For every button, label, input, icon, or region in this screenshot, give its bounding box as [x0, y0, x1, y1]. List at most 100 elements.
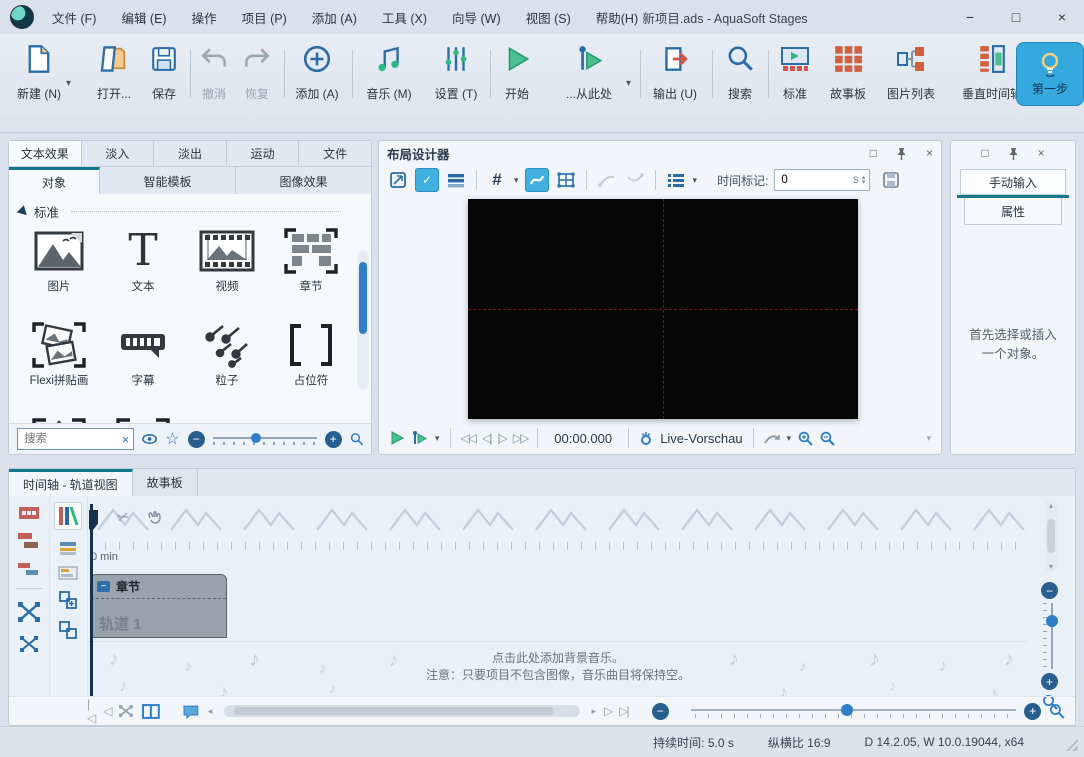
float-panel-icon[interactable]: □ — [981, 146, 988, 160]
live-preview-label[interactable]: Live-Vorschau — [660, 431, 742, 446]
grid-toggle-icon[interactable]: # — [486, 169, 508, 191]
zoom-in-button[interactable]: + — [325, 431, 342, 448]
time-mark-input[interactable] — [779, 173, 823, 187]
play-preview-icon[interactable] — [389, 430, 405, 446]
new-button[interactable]: 新建 (N) — [14, 44, 64, 102]
next-button[interactable]: |▷ — [497, 431, 505, 445]
objects-scrollbar[interactable] — [357, 250, 369, 390]
pin-icon[interactable] — [897, 147, 906, 160]
track-zoom-slider[interactable] — [1043, 603, 1057, 669]
chapter-block[interactable]: − 章节 轨道 1 — [90, 574, 227, 638]
step-forward-button[interactable]: ▷ — [604, 704, 611, 718]
search-button[interactable]: 搜索 — [719, 44, 761, 102]
playhead[interactable] — [90, 504, 93, 697]
timeline-zoom-in-button[interactable]: + — [1024, 703, 1041, 720]
tab-properties[interactable]: 属性 — [964, 198, 1062, 225]
menu-edit[interactable]: 编辑 (E) — [121, 8, 166, 27]
canvas-area[interactable] — [379, 197, 927, 420]
timeline-zoom-out-button[interactable]: − — [652, 703, 669, 720]
rewind-button[interactable]: ◁◁ — [461, 431, 475, 445]
list-dropdown-caret[interactable]: ▾ — [693, 175, 698, 186]
tab-objects[interactable]: 对象 — [9, 167, 100, 195]
curve-mode-toggle[interactable] — [525, 168, 549, 192]
minimize-button[interactable]: − — [948, 0, 992, 34]
scroll-left-arrow[interactable]: ◂ — [208, 706, 213, 717]
transform-small-icon[interactable] — [19, 635, 39, 653]
timeline-tracks-area[interactable]: ✂ 0 min − 章节 轨道 1 ♪ ♪ ♪ ♪ ♪ ♪ — [89, 496, 1027, 697]
menu-file[interactable]: 文件 (F) — [52, 8, 96, 27]
start-playback-button[interactable]: 开始 — [496, 44, 538, 102]
open-button[interactable]: 打开... — [90, 44, 138, 102]
object-partial[interactable] — [17, 410, 101, 424]
previous-button[interactable]: ◁| — [482, 431, 490, 445]
menu-project[interactable]: 项目 (P) — [242, 8, 287, 27]
music-button[interactable]: 音乐 (M) — [361, 44, 417, 102]
output-button[interactable]: 输出 (U) — [647, 44, 703, 102]
zoom-out-magnifier-icon[interactable] — [820, 431, 835, 446]
object-text[interactable]: T 文本 — [101, 222, 185, 316]
tab-image-effects[interactable]: 图像效果 — [236, 167, 371, 195]
add-button[interactable]: 添加 (A) — [290, 44, 344, 102]
background-music-track[interactable]: ♪ ♪ ♪ ♪ ♪ ♪ ♪ ♪ ♪ ♪ ♪ ♪ ♪ ♪ ♪ ♪ — [89, 641, 1027, 697]
rows-tool-icon[interactable] — [445, 169, 467, 191]
curve-out-icon[interactable] — [624, 169, 646, 191]
redo-button[interactable]: 恢复 — [237, 44, 277, 102]
scrollbar-thumb[interactable] — [234, 707, 554, 715]
close-panel-icon[interactable]: × — [926, 146, 933, 160]
tab-smart-templates[interactable]: 智能模板 — [100, 167, 236, 195]
menu-add[interactable]: 添加 (A) — [312, 8, 357, 27]
magnifier-icon[interactable] — [350, 431, 363, 447]
menu-actions[interactable]: 操作 — [192, 8, 217, 27]
scroll-down-arrow[interactable]: ▾ — [1049, 562, 1053, 571]
tab-fade-out[interactable]: 淡出 — [154, 141, 227, 166]
float-panel-icon[interactable]: □ — [870, 146, 877, 160]
storyboard-view-button[interactable]: 故事板 — [822, 44, 874, 102]
tab-files[interactable]: 文件 — [299, 141, 371, 166]
object-image[interactable]: 图片 — [17, 222, 101, 316]
standard-view-button[interactable]: 标准 — [774, 44, 816, 102]
layers-icon[interactable] — [58, 540, 78, 556]
magnifier-icon[interactable] — [1049, 703, 1065, 719]
save-time-mark-icon[interactable] — [882, 171, 900, 189]
keyframe-list-icon[interactable] — [665, 169, 687, 191]
curve-in-icon[interactable] — [596, 169, 618, 191]
step-back-button[interactable]: ◁ — [103, 704, 110, 718]
comment-bubble-icon[interactable] — [182, 704, 200, 719]
pin-icon[interactable] — [1009, 147, 1018, 160]
scrollbar-thumb[interactable] — [1047, 519, 1055, 553]
play-dropdown-caret[interactable]: ▾ — [626, 78, 631, 89]
first-step-button[interactable]: 第一步 — [1016, 42, 1084, 106]
fit-selection-icon[interactable] — [118, 704, 134, 718]
eye-icon[interactable] — [142, 433, 157, 445]
slider-thumb[interactable] — [1046, 615, 1058, 627]
section-standard[interactable]: 标准 — [19, 202, 341, 221]
scrollbar-thumb[interactable] — [359, 262, 367, 334]
zoom-mode-caret[interactable]: ▾ — [787, 433, 792, 444]
close-panel-icon[interactable]: × — [1038, 146, 1045, 160]
save-button[interactable]: 保存 — [144, 44, 184, 102]
timeline-zoom-slider[interactable] — [691, 703, 1017, 719]
menu-tools[interactable]: 工具 (X) — [382, 8, 427, 27]
object-video[interactable]: 视频 — [185, 222, 269, 316]
tab-manual-input[interactable]: 手动输入 — [960, 169, 1066, 195]
zoom-in-magnifier-icon[interactable] — [798, 431, 813, 446]
play-mode-caret[interactable]: ▾ — [435, 433, 440, 444]
object-particles[interactable]: 粒子 — [185, 316, 269, 410]
duplicate-icon[interactable] — [58, 620, 78, 640]
go-last-button[interactable]: ▷| — [619, 704, 627, 718]
zoom-out-button[interactable]: − — [188, 431, 205, 448]
maximize-button[interactable]: □ — [994, 0, 1038, 34]
duplicate-add-icon[interactable] — [58, 590, 78, 610]
clear-search-icon[interactable]: × — [122, 432, 130, 447]
object-flexi-collage[interactable]: Flexi拼贴画 — [17, 316, 101, 410]
time-spinner[interactable]: ▴▾ — [862, 175, 866, 185]
filmstrip-track-icon[interactable] — [18, 506, 40, 520]
object-partial[interactable] — [101, 410, 185, 424]
go-first-button[interactable]: |◁ — [87, 697, 95, 725]
apply-tool-toggle[interactable]: ✓ — [415, 168, 439, 192]
transform-keyframe-icon[interactable] — [17, 601, 41, 623]
slider-thumb[interactable] — [841, 704, 853, 716]
object-chapter[interactable]: 章节 — [269, 222, 353, 316]
horizontal-scrollbar[interactable] — [224, 705, 579, 717]
scroll-up-arrow[interactable]: ▴ — [1049, 501, 1053, 510]
